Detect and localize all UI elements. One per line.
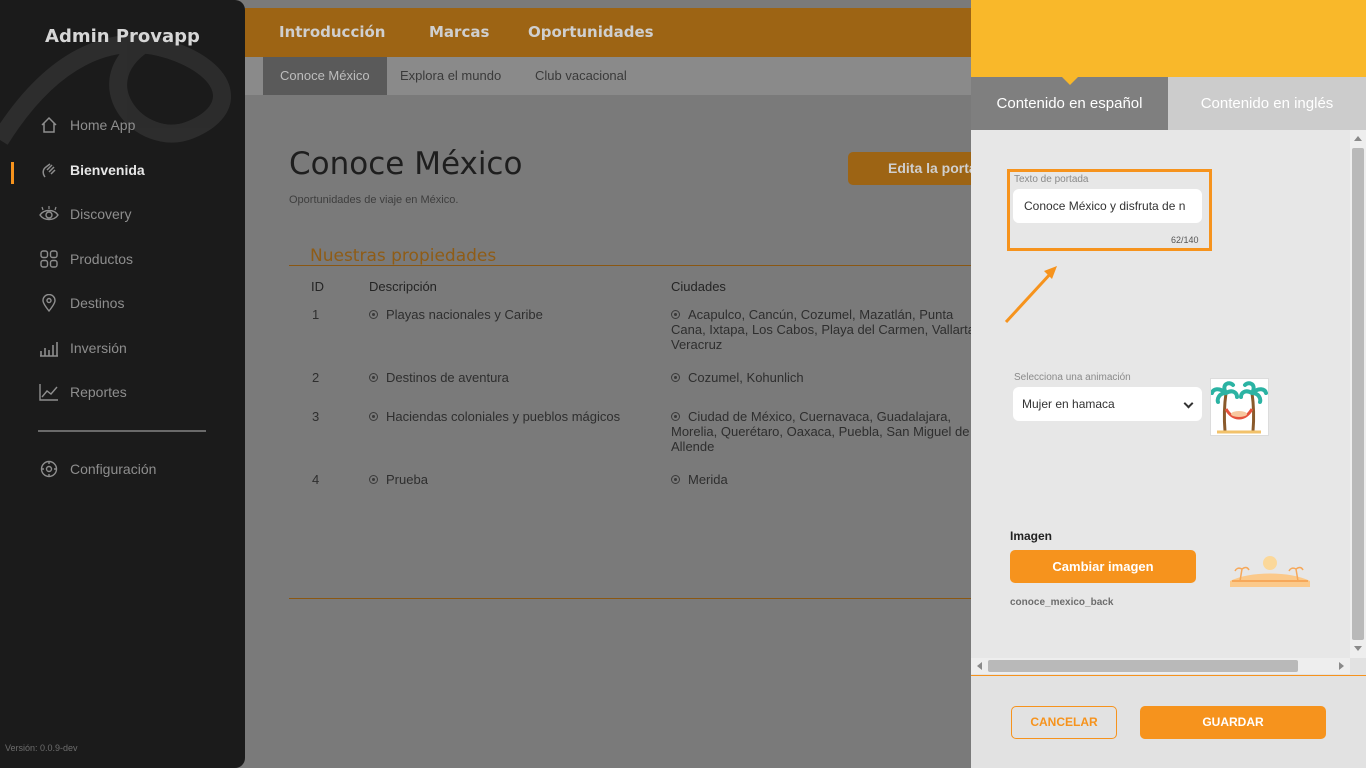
active-nav-indicator: [11, 162, 14, 184]
sidebar-item-label: Configuración: [70, 461, 157, 477]
edit-cover-panel: Contenido en español Contenido en inglés: [971, 0, 1366, 768]
sidebar-divider: [38, 430, 206, 432]
sidebar-item-label: Inversión: [70, 340, 127, 356]
sidebar-item-configuracion[interactable]: Configuración: [38, 454, 156, 484]
sidebar-item-destinos[interactable]: Destinos: [38, 288, 124, 318]
column-header-ciudades: Ciudades: [671, 279, 726, 294]
table-cell-cities: Ciudad de México, Cuernavaca, Guadalajar…: [671, 409, 951, 424]
table-cell-cities-line: Allende: [671, 439, 715, 454]
home-icon: [38, 114, 60, 136]
sidebar-item-label: Discovery: [70, 206, 132, 222]
sidebar: Admin Provapp Home App Bienvenida Discov…: [0, 0, 245, 768]
sidebar-item-bienvenida[interactable]: Bienvenida: [38, 155, 145, 185]
app-brand: Admin Provapp: [45, 26, 200, 47]
bullet-icon: [369, 373, 378, 382]
sidebar-item-productos[interactable]: Productos: [38, 244, 133, 274]
table-cell-cities: Cozumel, Kohunlich: [671, 370, 804, 385]
tab-contenido-ingles[interactable]: Contenido en inglés: [1168, 77, 1366, 130]
sidebar-item-label: Reportes: [70, 384, 127, 400]
vertical-scrollbar[interactable]: [1350, 130, 1366, 658]
panel-tab-notch: [1062, 77, 1078, 85]
cover-text-highlight: [1007, 169, 1212, 251]
panel-header: [971, 0, 1366, 85]
sidebar-item-label: Home App: [70, 117, 136, 133]
table-cell-desc: Destinos de aventura: [369, 370, 509, 385]
table-cell-cities-line: Cana, Ixtapa, Los Cabos, Playa del Carme…: [671, 322, 979, 337]
table-cell-cities: Acapulco, Cancún, Cozumel, Mazatlán, Pun…: [671, 307, 953, 322]
subtab-conoce-mexico[interactable]: Conoce México: [263, 57, 387, 95]
table-cell-desc: Playas nacionales y Caribe: [369, 307, 543, 322]
scroll-left-icon[interactable]: [977, 662, 982, 670]
subtab-club-vacacional[interactable]: Club vacacional: [518, 57, 644, 95]
bullet-icon: [369, 412, 378, 421]
table-cell-id: 4: [312, 472, 320, 487]
sidebar-item-reportes[interactable]: Reportes: [38, 377, 127, 407]
section-divider: [289, 265, 989, 266]
section-title: Nuestras propiedades: [310, 246, 497, 266]
bullet-icon: [369, 475, 378, 484]
table-cell-cities: Merida: [671, 472, 728, 487]
scroll-down-icon[interactable]: [1354, 646, 1362, 651]
eye-icon: [38, 203, 60, 225]
map-pin-icon: [38, 292, 60, 314]
table-cell-id: 1: [312, 307, 320, 322]
sidebar-item-label: Destinos: [70, 295, 125, 311]
table-bottom-divider: [289, 598, 989, 599]
change-image-button[interactable]: Cambiar imagen: [1010, 550, 1196, 583]
sidebar-item-label: Productos: [70, 251, 134, 267]
sidebar-item-discovery[interactable]: Discovery: [38, 199, 131, 229]
tab-introduccion[interactable]: Introducción: [279, 23, 385, 41]
line-chart-icon: [38, 381, 60, 403]
version-label: Versión: 0.0.9-dev: [5, 743, 78, 753]
table-cell-desc: Haciendas coloniales y pueblos mágicos: [369, 409, 620, 424]
sidebar-item-label: Bienvenida: [70, 162, 145, 178]
vertical-scroll-thumb[interactable]: [1352, 148, 1364, 640]
grid-icon: [38, 248, 60, 270]
bullet-icon: [671, 475, 680, 484]
page-title: Conoce México: [289, 146, 523, 182]
column-header-id: ID: [311, 279, 324, 294]
scroll-right-icon[interactable]: [1339, 662, 1344, 670]
table-cell-cities-line: Veracruz: [671, 337, 723, 352]
tab-oportunidades[interactable]: Oportunidades: [528, 23, 654, 41]
table-cell-id: 2: [312, 370, 320, 385]
sidebar-item-inversion[interactable]: Inversión: [38, 333, 127, 363]
bar-chart-icon: [38, 337, 60, 359]
table-cell-cities-line: Morelia, Querétaro, Oaxaca, Puebla, San …: [671, 424, 970, 439]
page-subtitle: Oportunidades de viaje en México.: [289, 194, 459, 206]
column-header-descripcion: Descripción: [369, 279, 437, 294]
gear-icon: [38, 458, 60, 480]
sidebar-item-home-app[interactable]: Home App: [38, 110, 135, 140]
bullet-icon: [671, 310, 680, 319]
bullet-icon: [369, 310, 378, 319]
subtab-explora-el-mundo[interactable]: Explora el mundo: [383, 57, 518, 95]
table-cell-desc: Prueba: [369, 472, 428, 487]
horizontal-scroll-thumb[interactable]: [988, 660, 1298, 672]
table-cell-id: 3: [312, 409, 320, 424]
wave-hand-icon: [38, 159, 60, 181]
bullet-icon: [671, 373, 680, 382]
horizontal-scrollbar[interactable]: [971, 658, 1350, 674]
bullet-icon: [671, 412, 680, 421]
panel-footer: [971, 675, 1366, 768]
tab-marcas[interactable]: Marcas: [429, 23, 489, 41]
scroll-up-icon[interactable]: [1354, 136, 1362, 141]
